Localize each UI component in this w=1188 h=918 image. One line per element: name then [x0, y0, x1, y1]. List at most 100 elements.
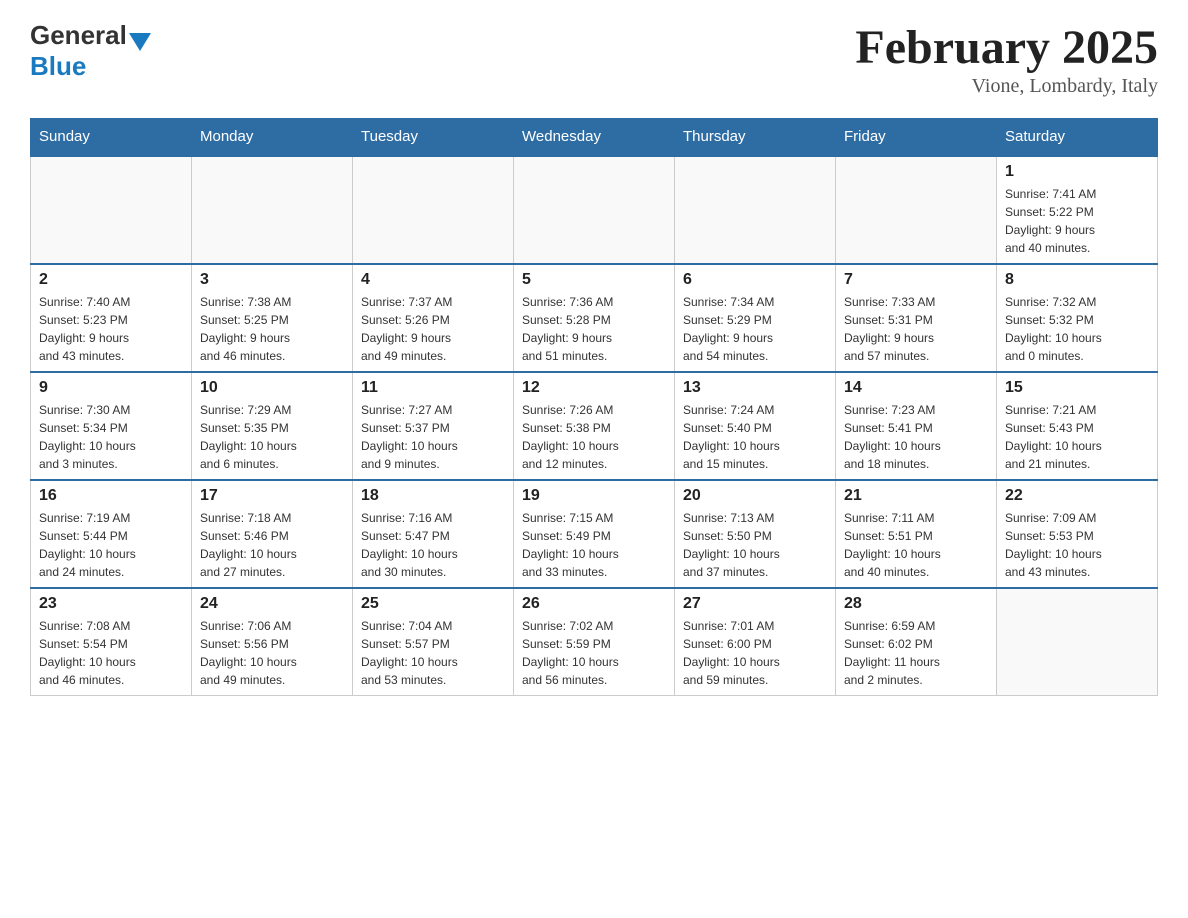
calendar-cell: 5Sunrise: 7:36 AM Sunset: 5:28 PM Daylig… [514, 264, 675, 372]
day-info: Sunrise: 7:01 AM Sunset: 6:00 PM Dayligh… [683, 617, 827, 689]
calendar-cell: 22 Sunrise: 7:09 AM Sunset: 5:53 PM Dayli… [997, 480, 1158, 588]
calendar-cell [514, 156, 675, 264]
calendar-cell: 4 Sunrise: 7:37 AM Sunset: 5:26 PM Daylig… [353, 264, 514, 372]
calendar-cell: 3 Sunrise: 7:38 AM Sunset: 5:25 PM Daylig… [192, 264, 353, 372]
day-number: 26 [522, 595, 666, 613]
day-number: 6 [683, 271, 827, 289]
day-info: Sunrise: 7:33 AM Sunset: 5:31 PM Dayligh… [844, 293, 988, 365]
weekday-header-sunday: Sunday [31, 118, 192, 156]
calendar-week-row-2: 9 Sunrise: 7:30 AM Sunset: 5:34 PM Daylig… [31, 372, 1158, 480]
calendar-cell [353, 156, 514, 264]
calendar-cell: 23 Sunrise: 7:08 AM Sunset: 5:54 PM Dayli… [31, 588, 192, 696]
day-info: Sunrise: 7:09 AM Sunset: 5:53 PM Dayligh… [1005, 509, 1149, 581]
calendar-cell: 24 Sunrise: 7:06 AM Sunset: 5:56 PM Dayli… [192, 588, 353, 696]
day-info: Sunrise: 7:26 AM Sunset: 5:38 PM Dayligh… [522, 401, 666, 473]
calendar-cell: 8 Sunrise: 7:32 AM Sunset: 5:32 PM Daylig… [997, 264, 1158, 372]
logo-general-text: General [30, 20, 127, 51]
day-info: Sunrise: 7:37 AM Sunset: 5:26 PM Dayligh… [361, 293, 505, 365]
day-number: 23 [39, 595, 183, 613]
day-info: Sunrise: 7:40 AM Sunset: 5:23 PM Dayligh… [39, 293, 183, 365]
day-number: 19 [522, 487, 666, 505]
calendar-week-row-0: 1 Sunrise: 7:41 AM Sunset: 5:22 PM Daylig… [31, 156, 1158, 264]
day-info: Sunrise: 7:19 AM Sunset: 5:44 PM Dayligh… [39, 509, 183, 581]
page-header: General Blue February 2025 Vione, Lombar… [30, 20, 1158, 98]
day-number: 10 [200, 379, 344, 397]
day-number: 4 [361, 271, 505, 289]
day-number: 9 [39, 379, 183, 397]
day-number: 21 [844, 487, 988, 505]
weekday-header-friday: Friday [836, 118, 997, 156]
day-number: 16 [39, 487, 183, 505]
calendar-cell: 13 Sunrise: 7:24 AM Sunset: 5:40 PM Dayli… [675, 372, 836, 480]
day-info: Sunrise: 7:29 AM Sunset: 5:35 PM Dayligh… [200, 401, 344, 473]
day-number: 2 [39, 271, 183, 289]
calendar-table: SundayMondayTuesdayWednesdayThursdayFrid… [30, 118, 1158, 696]
day-info: Sunrise: 7:18 AM Sunset: 5:46 PM Dayligh… [200, 509, 344, 581]
weekday-header-thursday: Thursday [675, 118, 836, 156]
day-number: 18 [361, 487, 505, 505]
day-info: Sunrise: 7:16 AM Sunset: 5:47 PM Dayligh… [361, 509, 505, 581]
day-info: Sunrise: 7:06 AM Sunset: 5:56 PM Dayligh… [200, 617, 344, 689]
day-info: Sunrise: 7:15 AM Sunset: 5:49 PM Dayligh… [522, 509, 666, 581]
day-number: 14 [844, 379, 988, 397]
calendar-cell [997, 588, 1158, 696]
day-number: 20 [683, 487, 827, 505]
day-number: 8 [1005, 271, 1149, 289]
day-number: 25 [361, 595, 505, 613]
title-section: February 2025 Vione, Lombardy, Italy [855, 20, 1158, 98]
calendar-cell: 16 Sunrise: 7:19 AM Sunset: 5:44 PM Dayli… [31, 480, 192, 588]
weekday-header-wednesday: Wednesday [514, 118, 675, 156]
day-info: Sunrise: 7:34 AM Sunset: 5:29 PM Dayligh… [683, 293, 827, 365]
calendar-cell: 6 Sunrise: 7:34 AM Sunset: 5:29 PM Daylig… [675, 264, 836, 372]
logo-triangle-icon [129, 33, 151, 51]
calendar-cell: 9 Sunrise: 7:30 AM Sunset: 5:34 PM Daylig… [31, 372, 192, 480]
day-number: 11 [361, 379, 505, 397]
day-number: 17 [200, 487, 344, 505]
day-number: 22 [1005, 487, 1149, 505]
day-info: Sunrise: 7:08 AM Sunset: 5:54 PM Dayligh… [39, 617, 183, 689]
day-number: 28 [844, 595, 988, 613]
day-info: Sunrise: 7:38 AM Sunset: 5:25 PM Dayligh… [200, 293, 344, 365]
calendar-cell: 25 Sunrise: 7:04 AM Sunset: 5:57 PM Dayli… [353, 588, 514, 696]
day-number: 7 [844, 271, 988, 289]
day-info: Sunrise: 7:30 AM Sunset: 5:34 PM Dayligh… [39, 401, 183, 473]
day-number: 12 [522, 379, 666, 397]
calendar-cell: 21 Sunrise: 7:11 AM Sunset: 5:51 PM Dayli… [836, 480, 997, 588]
day-number: 27 [683, 595, 827, 613]
calendar-cell: 18 Sunrise: 7:16 AM Sunset: 5:47 PM Dayli… [353, 480, 514, 588]
calendar-week-row-4: 23 Sunrise: 7:08 AM Sunset: 5:54 PM Dayli… [31, 588, 1158, 696]
calendar-cell: 27 Sunrise: 7:01 AM Sunset: 6:00 PM Dayli… [675, 588, 836, 696]
month-title: February 2025 [855, 20, 1158, 75]
day-info: Sunrise: 7:02 AM Sunset: 5:59 PM Dayligh… [522, 617, 666, 689]
day-info: Sunrise: 7:11 AM Sunset: 5:51 PM Dayligh… [844, 509, 988, 581]
day-info: Sunrise: 6:59 AM Sunset: 6:02 PM Dayligh… [844, 617, 988, 689]
day-info: Sunrise: 7:24 AM Sunset: 5:40 PM Dayligh… [683, 401, 827, 473]
calendar-cell: 1 Sunrise: 7:41 AM Sunset: 5:22 PM Daylig… [997, 156, 1158, 264]
weekday-header-monday: Monday [192, 118, 353, 156]
calendar-cell [192, 156, 353, 264]
weekday-header-row: SundayMondayTuesdayWednesdayThursdayFrid… [31, 118, 1158, 156]
logo-blue-text: Blue [30, 51, 86, 81]
day-info: Sunrise: 7:27 AM Sunset: 5:37 PM Dayligh… [361, 401, 505, 473]
calendar-cell: 11 Sunrise: 7:27 AM Sunset: 5:37 PM Dayli… [353, 372, 514, 480]
day-number: 5 [522, 271, 666, 289]
calendar-week-row-3: 16 Sunrise: 7:19 AM Sunset: 5:44 PM Dayli… [31, 480, 1158, 588]
calendar-cell: 17 Sunrise: 7:18 AM Sunset: 5:46 PM Dayli… [192, 480, 353, 588]
day-number: 15 [1005, 379, 1149, 397]
calendar-cell: 19 Sunrise: 7:15 AM Sunset: 5:49 PM Dayli… [514, 480, 675, 588]
day-info: Sunrise: 7:41 AM Sunset: 5:22 PM Dayligh… [1005, 185, 1149, 257]
calendar-cell [836, 156, 997, 264]
calendar-cell: 15 Sunrise: 7:21 AM Sunset: 5:43 PM Dayli… [997, 372, 1158, 480]
day-info: Sunrise: 7:32 AM Sunset: 5:32 PM Dayligh… [1005, 293, 1149, 365]
calendar-cell: 26 Sunrise: 7:02 AM Sunset: 5:59 PM Dayli… [514, 588, 675, 696]
day-number: 1 [1005, 163, 1149, 181]
day-info: Sunrise: 7:21 AM Sunset: 5:43 PM Dayligh… [1005, 401, 1149, 473]
day-number: 24 [200, 595, 344, 613]
calendar-cell [675, 156, 836, 264]
day-number: 3 [200, 271, 344, 289]
day-number: 13 [683, 379, 827, 397]
calendar-cell: 20Sunrise: 7:13 AM Sunset: 5:50 PM Dayli… [675, 480, 836, 588]
calendar-cell: 7 Sunrise: 7:33 AM Sunset: 5:31 PM Daylig… [836, 264, 997, 372]
day-info: Sunrise: 7:04 AM Sunset: 5:57 PM Dayligh… [361, 617, 505, 689]
weekday-header-tuesday: Tuesday [353, 118, 514, 156]
